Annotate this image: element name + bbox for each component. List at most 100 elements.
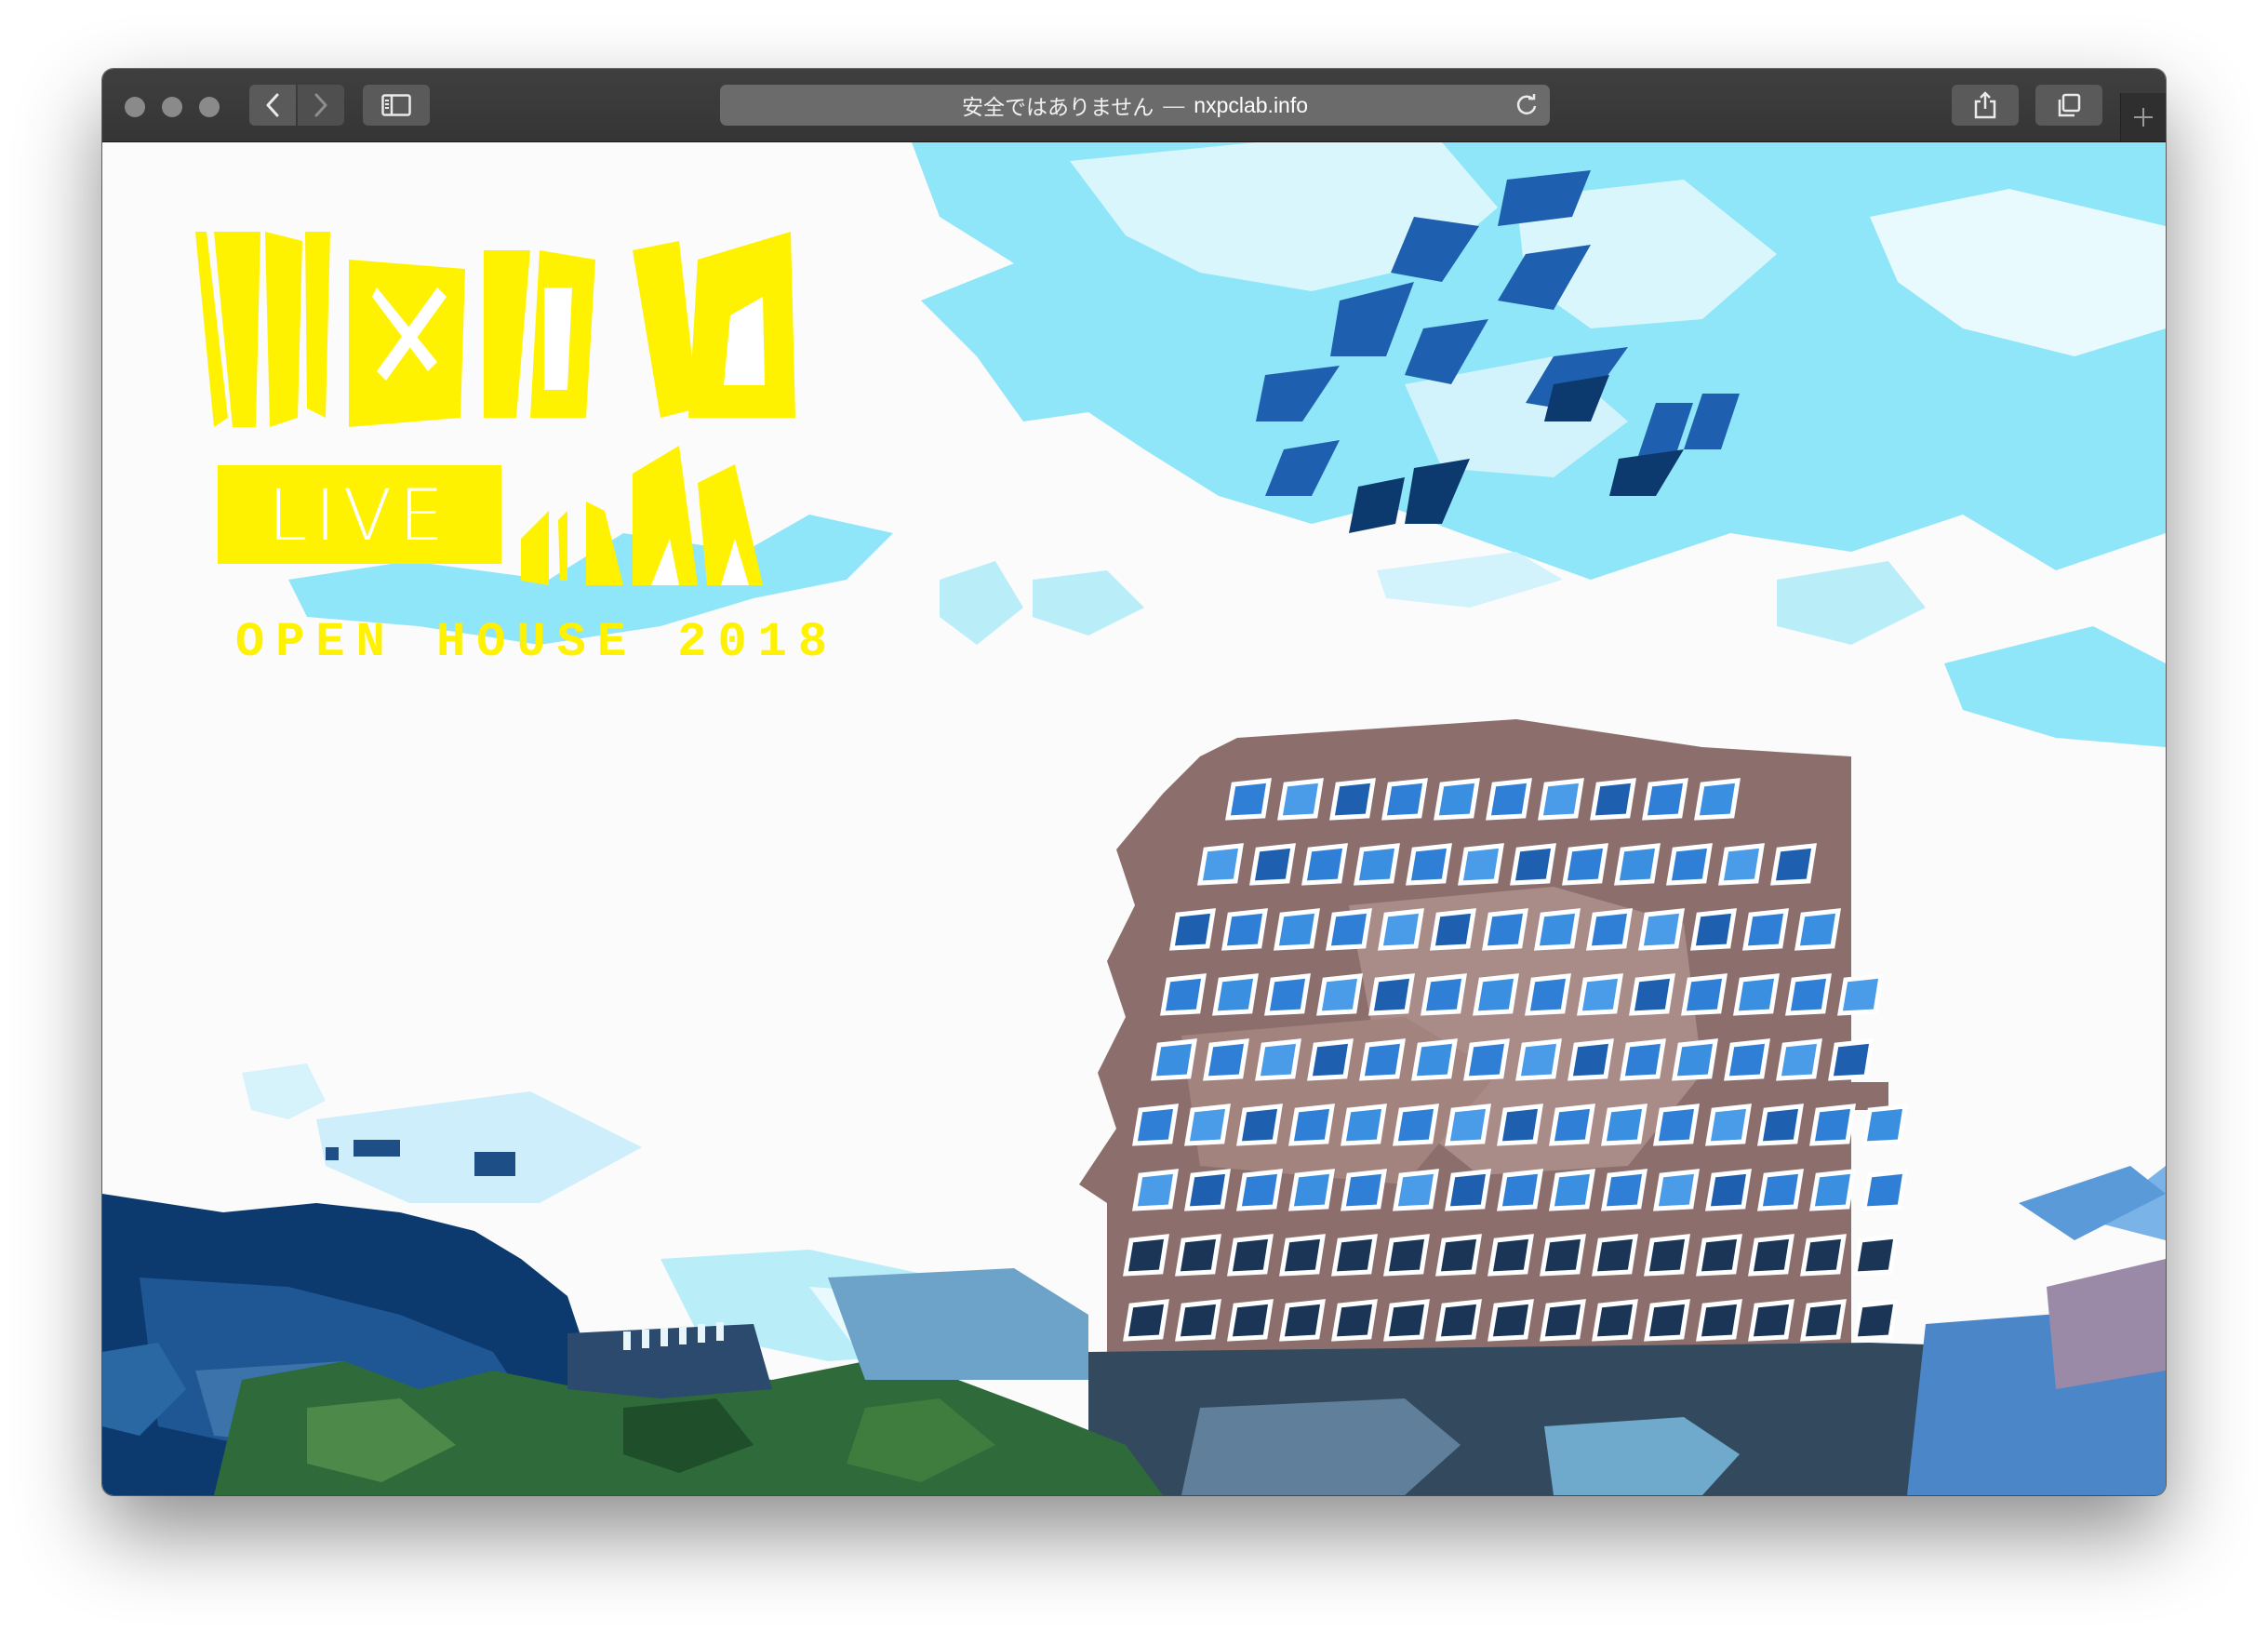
building-window [1288, 1169, 1335, 1211]
building-window [1359, 1038, 1406, 1081]
building-window [1393, 1169, 1439, 1211]
building-window [1227, 1234, 1274, 1277]
building-window [1590, 778, 1636, 821]
building-window [1383, 1299, 1430, 1342]
building-window [1354, 843, 1400, 886]
building-window [1644, 1299, 1690, 1342]
building-window [1748, 1299, 1794, 1342]
building-window [1236, 1169, 1283, 1211]
building-window [1800, 1299, 1847, 1342]
building-window [1175, 1234, 1221, 1277]
building-window [1383, 1234, 1430, 1277]
building-window [1642, 778, 1688, 821]
building-window [1672, 1038, 1718, 1081]
building-window [1279, 1299, 1326, 1342]
building-window [1538, 778, 1584, 821]
building-window [1515, 1038, 1562, 1081]
building-window [1264, 973, 1311, 1016]
nxpc-logo [195, 232, 795, 585]
building-window [1614, 843, 1661, 886]
browser-window: 安全ではありません — nxpclab.info LIVE OPEN HOUSE… [102, 69, 2166, 1495]
address-host: nxpclab.info [1194, 92, 1309, 117]
building-window [1809, 1169, 1856, 1211]
building-window [1274, 908, 1320, 951]
building-window [1132, 1169, 1179, 1211]
building-window [1307, 1038, 1354, 1081]
share-button[interactable] [1952, 85, 2019, 126]
building-window [1644, 1234, 1690, 1277]
building-window [1316, 973, 1363, 1016]
address-bar[interactable]: 安全ではありません — nxpclab.info [720, 85, 1550, 126]
building-window [1696, 1299, 1742, 1342]
building-window [1852, 1299, 1899, 1342]
building-window [1497, 1169, 1543, 1211]
building-window [1288, 1104, 1335, 1146]
zoom-window-button[interactable] [199, 97, 220, 117]
building-window [1540, 1299, 1586, 1342]
building-window [1681, 973, 1728, 1016]
building-window [1705, 1169, 1752, 1211]
building-window [1225, 778, 1272, 821]
building-window [1411, 1038, 1458, 1081]
building-window [1696, 1234, 1742, 1277]
building-window [1724, 1038, 1770, 1081]
building-window [1326, 908, 1372, 951]
building-window [1601, 1104, 1648, 1146]
building-window [1255, 1038, 1301, 1081]
building-window [1690, 908, 1737, 951]
building-window [1562, 843, 1608, 886]
tabs-overview-button[interactable] [2035, 85, 2102, 126]
building-window [1482, 908, 1528, 951]
sidebar-button[interactable] [363, 85, 430, 126]
building-window [1601, 1169, 1648, 1211]
building-window [1473, 973, 1519, 1016]
building-window [1123, 1299, 1169, 1342]
building-window [1381, 778, 1428, 821]
sidebar-icon [381, 94, 411, 116]
share-icon [1974, 91, 1996, 119]
building-window [1249, 843, 1296, 886]
building-window [1331, 1299, 1378, 1342]
building-window [1184, 1104, 1231, 1146]
building-window [1510, 843, 1556, 886]
building-window [1368, 973, 1415, 1016]
building-window [1279, 1234, 1326, 1277]
building-window [1301, 843, 1348, 886]
building-window [1718, 843, 1765, 886]
building-window [1445, 1169, 1491, 1211]
close-window-button[interactable] [125, 97, 145, 117]
building-window [1497, 1104, 1543, 1146]
building-window [1742, 908, 1789, 951]
reload-icon[interactable] [1514, 93, 1539, 117]
building-window [1227, 1299, 1274, 1342]
security-label: 安全ではありません [961, 95, 1154, 119]
building-window [1776, 1038, 1822, 1081]
building-window [1175, 1299, 1221, 1342]
building-window [1434, 778, 1480, 821]
building-window [1123, 1234, 1169, 1277]
minimize-window-button[interactable] [162, 97, 182, 117]
building-window [1540, 1234, 1586, 1277]
building-window [1421, 973, 1467, 1016]
building-window [1160, 973, 1207, 1016]
building-window [1620, 1038, 1666, 1081]
building-window [1435, 1234, 1482, 1277]
back-button[interactable] [249, 85, 296, 126]
building-window [1488, 1299, 1534, 1342]
event-logo [195, 232, 921, 627]
building-window [1577, 973, 1623, 1016]
building-window [1458, 843, 1504, 886]
building-window [1638, 908, 1685, 951]
tagline: OPEN HOUSE 2018 [235, 615, 839, 670]
forward-button[interactable] [298, 85, 344, 126]
building-window [1430, 908, 1476, 951]
building-window [1488, 1234, 1534, 1277]
new-tab-button[interactable] [2120, 93, 2166, 141]
building-window [1378, 908, 1424, 951]
building-window [1785, 973, 1832, 1016]
building-window [1549, 1104, 1595, 1146]
building-window [1666, 843, 1713, 886]
building-window [1828, 1038, 1874, 1081]
building-window [1733, 973, 1780, 1016]
building-window [1794, 908, 1841, 951]
